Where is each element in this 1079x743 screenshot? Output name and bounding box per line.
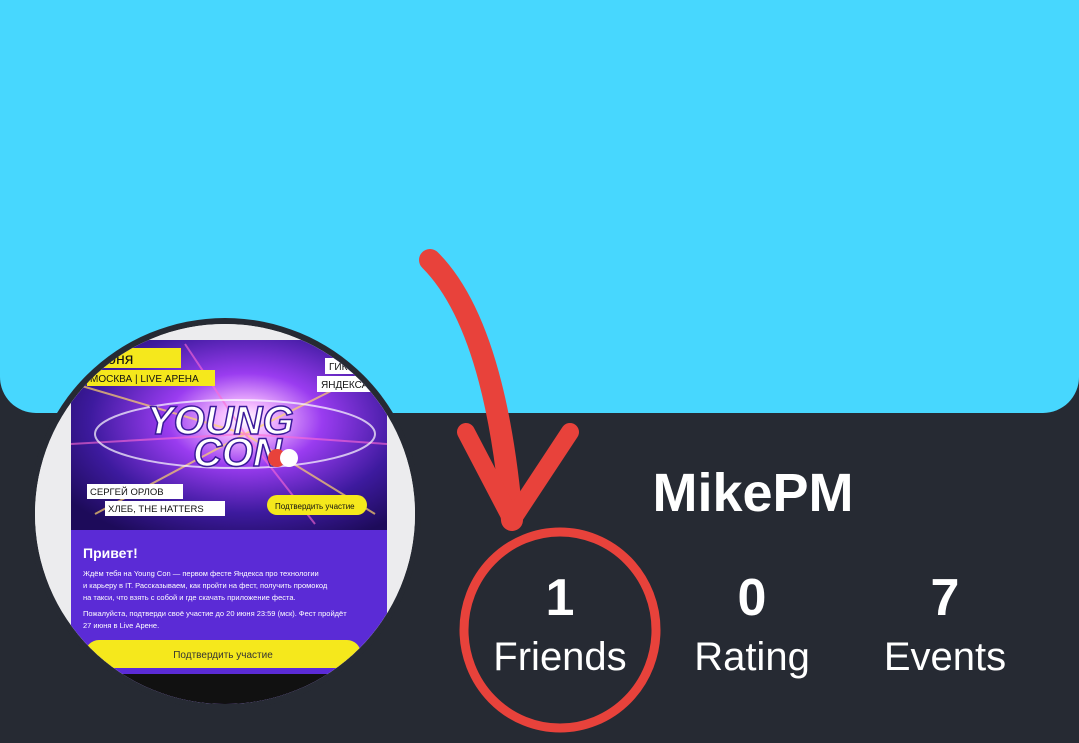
poster-body-line-5: 27 июня в Live Арене. bbox=[83, 621, 159, 630]
poster-artist-1: СЕРГЕЙ ОРЛОВ bbox=[90, 486, 164, 498]
avatar-image: июня МОСКВА | LIVE АРЕНА ГИК-Ф ЯНДЕКСА Y… bbox=[35, 324, 415, 704]
poster-small-button: Подтвердить участие bbox=[275, 502, 355, 511]
stat-events-value: 7 bbox=[930, 569, 960, 627]
badge-logo-icon bbox=[280, 449, 298, 467]
stat-events-label: Events bbox=[883, 635, 1007, 679]
stat-friends-label: Friends bbox=[493, 635, 627, 679]
poster-logo-line-2: CON bbox=[193, 431, 283, 475]
profile-avatar[interactable]: июня МОСКВА | LIVE АРЕНА ГИК-Ф ЯНДЕКСА Y… bbox=[29, 318, 421, 710]
poster-greeting: Привет! bbox=[83, 545, 138, 561]
stat-events[interactable]: 7 Events bbox=[855, 568, 1035, 682]
poster-body-line-3: на такси, что взять с собой и где скачат… bbox=[83, 593, 296, 602]
poster-body-line-2: и карьеру в IT. Рассказываем, как пройти… bbox=[83, 581, 328, 590]
profile-username: MikePM bbox=[652, 463, 854, 523]
poster-venue-tag: МОСКВА | LIVE АРЕНА bbox=[90, 374, 199, 385]
poster-body-line-1: Ждём тебя на Young Con — первом фесте Ян… bbox=[83, 569, 319, 578]
poster-corner-tag-2: ЯНДЕКСА bbox=[321, 380, 369, 391]
stat-friends-value: 1 bbox=[545, 569, 575, 627]
poster-body-line-4: Пожалуйста, подтверди своё участие до 20… bbox=[83, 609, 347, 618]
stat-friends[interactable]: 1 Friends bbox=[470, 568, 650, 682]
stat-rating-label: Rating bbox=[694, 635, 810, 679]
arrow-head-icon bbox=[457, 423, 579, 529]
stat-rating[interactable]: 0 Rating bbox=[662, 568, 842, 682]
poster-artist-2: ХЛЕБ, THE HATTERS bbox=[108, 504, 204, 515]
stat-rating-value: 0 bbox=[737, 569, 767, 627]
poster-main-button-label: Подтвердить участие bbox=[173, 650, 273, 661]
